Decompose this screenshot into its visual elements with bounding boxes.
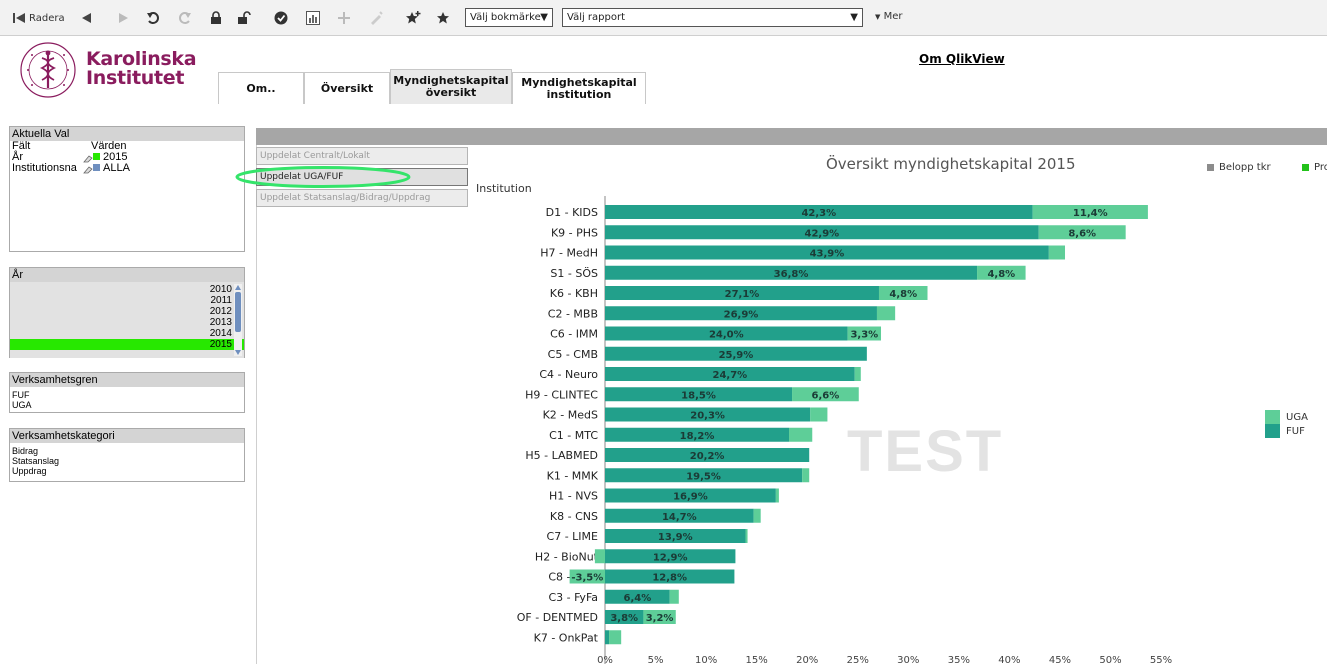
- category-label: H9 - CLINTEC: [525, 388, 598, 401]
- uga-data-label: 3,3%: [850, 330, 878, 341]
- uga-data-label: -3,5%: [571, 573, 603, 584]
- category-label: D1 - KIDS: [546, 206, 598, 219]
- uga-bar: [669, 589, 679, 604]
- x-tick-label: 35%: [948, 655, 970, 664]
- category-label: K7 - OnkPat: [534, 631, 599, 644]
- qlikview-app: Radera Välj bokmärke ▼ Välj rapport ▼ ▼ …: [0, 0, 1327, 664]
- fuf-data-label: 18,5%: [681, 390, 716, 401]
- fuf-data-label: 12,9%: [653, 552, 688, 563]
- uga-bar: [753, 508, 761, 523]
- x-tick-label: 20%: [796, 655, 818, 664]
- fuf-data-label: 13,9%: [658, 532, 693, 543]
- uga-bar: [802, 468, 810, 483]
- uga-data-label: 11,4%: [1073, 208, 1108, 219]
- category-label: K8 - CNS: [550, 510, 598, 523]
- uga-bar: [854, 367, 861, 381]
- x-tick-label: 50%: [1099, 655, 1121, 664]
- fuf-data-label: 42,9%: [805, 228, 840, 239]
- uga-bar: [609, 630, 622, 645]
- category-label: C1 - MTC: [549, 429, 598, 442]
- x-tick-label: 0%: [597, 655, 613, 664]
- fuf-data-label: 24,7%: [713, 370, 748, 381]
- category-label: C4 - Neuro: [539, 368, 598, 381]
- uga-bar: [789, 427, 813, 442]
- category-label: H7 - MedH: [540, 247, 598, 260]
- fuf-data-label: 25,9%: [719, 350, 754, 361]
- uga-data-label: 8,6%: [1068, 228, 1096, 239]
- uga-data-label: 4,8%: [987, 269, 1015, 280]
- uga-bar: [810, 407, 828, 422]
- x-tick-label: 45%: [1049, 655, 1071, 664]
- fuf-data-label: 14,7%: [662, 512, 697, 523]
- fuf-bar: [605, 630, 610, 645]
- x-tick-label: 5%: [648, 655, 664, 664]
- category-label: K1 - MMK: [547, 469, 599, 482]
- x-tick-label: 40%: [998, 655, 1020, 664]
- category-label: H1 - NVS: [549, 490, 598, 503]
- fuf-data-label: 6,4%: [623, 593, 651, 604]
- category-label: C5 - CMB: [548, 348, 598, 361]
- fuf-data-label: 20,2%: [690, 451, 725, 462]
- uga-bar: [745, 529, 748, 543]
- category-label: K2 - MedS: [543, 409, 598, 422]
- fuf-data-label: 36,8%: [774, 269, 809, 280]
- category-label: C6 - IMM: [550, 328, 598, 341]
- category-label: C3 - FyFa: [548, 591, 598, 604]
- x-tick-label: 30%: [897, 655, 919, 664]
- uga-bar: [594, 549, 605, 564]
- category-label: C7 - LIME: [547, 530, 599, 543]
- x-tick-label: 15%: [746, 655, 768, 664]
- fuf-data-label: 27,1%: [725, 289, 760, 300]
- uga-data-label: 3,2%: [646, 613, 674, 624]
- fuf-data-label: 19,5%: [686, 471, 721, 482]
- fuf-data-label: 26,9%: [724, 309, 759, 320]
- fuf-data-label: 3,8%: [610, 613, 638, 624]
- y-axis-title: Institution: [476, 182, 532, 195]
- fuf-data-label: 42,3%: [801, 208, 836, 219]
- category-label: OF - DENTMED: [517, 611, 598, 624]
- fuf-data-label: 24,0%: [709, 330, 744, 341]
- category-label: H5 - LABMED: [525, 449, 598, 462]
- uga-bar: [1048, 245, 1066, 260]
- category-label: C2 - MBB: [548, 307, 598, 320]
- uga-bar: [876, 306, 896, 321]
- institution-bar-chart: Institution 0% 5% 10% 15% 20% 25% 30% 35% 40% 45% 5…: [476, 182, 1172, 664]
- category-label: S1 - SÖS: [550, 267, 598, 280]
- fuf-data-label: 12,8%: [652, 573, 687, 584]
- fuf-data-label: 16,9%: [673, 492, 708, 503]
- uga-data-label: 4,8%: [889, 289, 917, 300]
- fuf-data-label: 20,3%: [690, 411, 725, 422]
- x-tick-label: 55%: [1150, 655, 1172, 664]
- x-tick-label: 10%: [695, 655, 717, 664]
- uga-data-label: 6,6%: [812, 390, 840, 401]
- uga-bar: [775, 488, 779, 503]
- category-label: K9 - PHS: [551, 226, 598, 239]
- fuf-data-label: 43,9%: [810, 249, 845, 260]
- x-tick-label: 25%: [847, 655, 869, 664]
- fuf-data-label: 18,2%: [680, 431, 715, 442]
- category-label: K6 - KBH: [550, 287, 598, 300]
- category-label: H2 - BioNut: [535, 550, 599, 563]
